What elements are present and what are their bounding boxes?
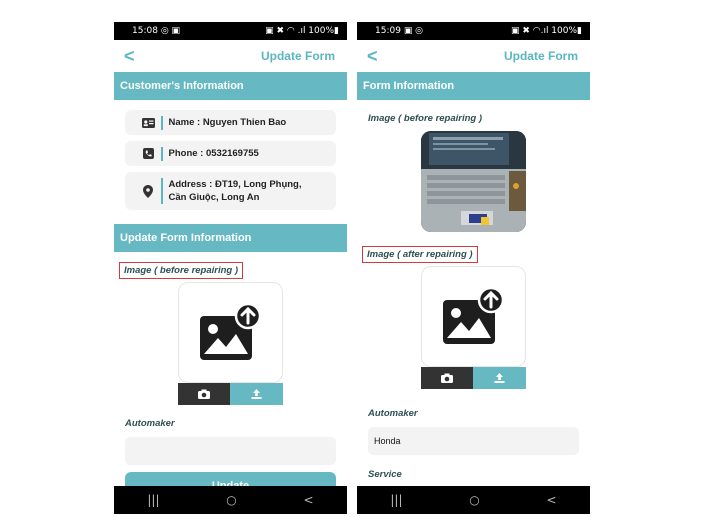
update-section-header: Update Form Information <box>114 224 347 252</box>
image-before-actions <box>178 383 283 405</box>
status-bar: 15:09 ▣ ◎ ▣ ✖ ◠.ıl 100%▮ <box>357 22 590 40</box>
system-back-button[interactable]: < <box>547 493 557 507</box>
recents-button[interactable]: ||| <box>147 493 159 507</box>
status-time-group: 15:09 ▣ ◎ <box>375 26 423 36</box>
system-nav-bar: ||| ○ < <box>114 486 347 514</box>
status-icons-right: ▣ ✖ ◠.ıl 100%▮ <box>510 26 582 36</box>
status-icons-left: ▣ ◎ <box>403 26 424 36</box>
laptop-photo <box>421 131 526 232</box>
image-upload-icon <box>199 302 261 360</box>
back-icon[interactable]: < <box>367 47 378 65</box>
upload-button[interactable] <box>230 383 283 405</box>
upload-icon <box>494 373 505 383</box>
home-button[interactable]: ○ <box>226 493 236 507</box>
app-bar: < Update Form <box>114 40 347 72</box>
customer-phone-card: Phone : 0532169755 <box>125 141 336 166</box>
back-icon[interactable]: < <box>124 47 135 65</box>
status-icons-left: ◎ ▣ <box>160 26 181 36</box>
status-bar: 15:08 ◎ ▣ ▣ ✖ ◠ .ıl 100%▮ <box>114 22 347 40</box>
camera-button[interactable] <box>178 383 230 405</box>
service-label: Service <box>368 469 402 480</box>
status-time: 15:09 <box>375 26 401 36</box>
system-back-button[interactable]: < <box>304 493 314 507</box>
location-pin-icon <box>141 184 155 198</box>
divider <box>161 146 163 161</box>
phone-screen-right: 15:09 ▣ ◎ ▣ ✖ ◠.ıl 100%▮ < Update Form F… <box>357 22 590 514</box>
page-title: Update Form <box>260 49 335 63</box>
upload-button[interactable] <box>473 367 526 389</box>
image-before-label: Image ( before repairing ) <box>368 113 483 124</box>
home-button[interactable]: ○ <box>469 493 479 507</box>
customer-name: Name : Nguyen Thien Bao <box>168 117 287 128</box>
automaker-input[interactable] <box>125 437 336 465</box>
image-before-photo[interactable] <box>421 131 526 232</box>
phone-screen-left: 15:08 ◎ ▣ ▣ ✖ ◠ .ıl 100%▮ < Update Form … <box>114 22 347 514</box>
form-section-header: Form Information <box>357 72 590 100</box>
customer-section-header: Customer's Information <box>114 72 347 100</box>
status-time-group: 15:08 ◎ ▣ <box>132 26 180 36</box>
phone-icon <box>141 148 155 159</box>
id-card-icon <box>141 117 155 128</box>
image-upload-icon <box>442 286 504 344</box>
page-title: Update Form <box>503 49 578 63</box>
upload-icon <box>251 389 262 399</box>
camera-button[interactable] <box>421 367 473 389</box>
customer-phone: Phone : 0532169755 <box>168 148 259 159</box>
system-nav-bar: ||| ○ < <box>357 486 590 514</box>
status-time: 15:08 <box>132 26 158 36</box>
recents-button[interactable]: ||| <box>390 493 402 507</box>
automaker-label: Automaker <box>125 418 175 429</box>
customer-address: Address : ĐT19, Long Phụng, Cần Giuộc, L… <box>168 179 302 203</box>
customer-name-card: Name : Nguyen Thien Bao <box>125 110 336 135</box>
divider <box>161 115 163 130</box>
status-icons-right: ▣ ✖ ◠ .ıl 100%▮ <box>265 26 339 36</box>
image-after-upload-area[interactable] <box>421 266 526 367</box>
camera-icon <box>441 373 453 383</box>
customer-address-card: Address : ĐT19, Long Phụng, Cần Giuộc, L… <box>125 172 336 210</box>
image-after-label: Image ( after repairing ) <box>362 246 478 263</box>
automaker-label: Automaker <box>368 408 418 419</box>
image-before-upload-area[interactable] <box>178 282 283 383</box>
app-bar: < Update Form <box>357 40 590 72</box>
image-before-label: Image ( before repairing ) <box>119 262 244 279</box>
automaker-input[interactable]: Honda <box>368 427 579 455</box>
camera-icon <box>198 389 210 399</box>
image-after-actions <box>421 367 526 389</box>
divider <box>161 178 163 204</box>
